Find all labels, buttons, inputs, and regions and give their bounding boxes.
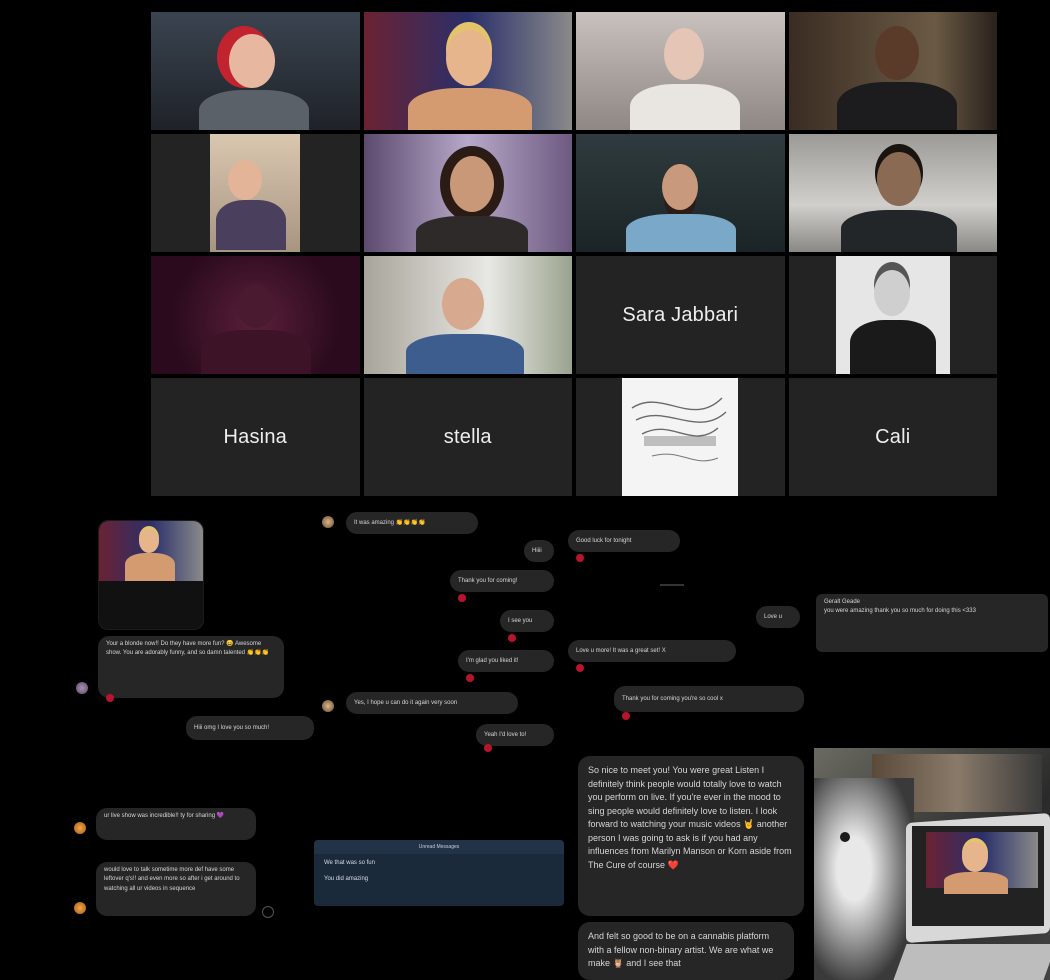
chat-message-sent: Love u — [756, 606, 800, 628]
unread-messages-panel: Unread Messages We that was so fun You d… — [314, 840, 564, 906]
participant-name: Hasina — [223, 425, 287, 448]
participant-name-tile[interactable]: Sara Jabbari — [576, 256, 785, 374]
profile-logo-icon — [631, 397, 727, 462]
chat-message: Yes, I hope u can do it again very soon — [346, 692, 518, 714]
participant-tile[interactable] — [151, 256, 360, 374]
reaction-icon[interactable] — [262, 906, 274, 918]
chat-message: Love u more! It was a great set! X — [568, 640, 736, 662]
video-gallery: Sara Jabbari Hasina stella Cali — [151, 12, 997, 496]
chat-message-sent: Yeah I'd love to! — [476, 724, 554, 746]
participant-name: Cali — [875, 425, 911, 448]
participant-name-tile[interactable]: Hasina — [151, 378, 360, 496]
heart-reaction-icon — [576, 664, 584, 672]
chat-message-sent: Hiiii — [524, 540, 554, 562]
dm-thumbnail — [98, 520, 204, 630]
reply-preview: Geralt Geade you were amazing thank you … — [816, 594, 1048, 652]
participant-tile[interactable] — [363, 256, 572, 374]
chat-message: So nice to meet you! You were great List… — [578, 756, 804, 916]
participant-tile[interactable] — [363, 12, 572, 130]
participant-tile[interactable] — [363, 134, 572, 252]
chat-message: Hiii omg I love you so much! — [186, 716, 314, 740]
unread-message: You did amazing — [324, 876, 369, 882]
chat-message-sent: Thank you for coming you're so cool x — [614, 686, 804, 712]
participant-tile[interactable] — [151, 134, 360, 252]
avatar — [322, 700, 334, 712]
chat-message: Your a blonde now!! Do they have more fu… — [98, 636, 284, 698]
heart-reaction-icon — [484, 744, 492, 752]
avatar — [74, 822, 86, 834]
chat-message-sent: I'm glad you liked it! — [458, 650, 554, 672]
reply-author: Geralt Geade — [824, 599, 861, 605]
heart-reaction-icon — [458, 594, 466, 602]
participant-name-tile[interactable]: stella — [363, 378, 572, 496]
heart-reaction-icon — [508, 634, 516, 642]
husky-laptop-photo — [814, 748, 1050, 980]
avatar — [322, 516, 334, 528]
chat-message: And felt so good to be on a cannabis pla… — [578, 922, 794, 980]
divider — [660, 584, 684, 586]
chat-message: would love to talk sometime more def hav… — [96, 862, 256, 916]
participant-tile[interactable] — [576, 134, 785, 252]
chat-message: It was amazing 👏👏👏👏 — [346, 512, 478, 534]
participant-name: Sara Jabbari — [622, 303, 739, 326]
participant-image-tile[interactable] — [576, 378, 785, 496]
chat-message: ur live show was incredible!! ty for sha… — [96, 808, 256, 840]
participant-tile[interactable] — [788, 134, 997, 252]
participant-tile[interactable] — [151, 12, 360, 130]
participant-name: stella — [443, 425, 492, 448]
participant-tile[interactable] — [788, 12, 997, 130]
reply-text: you were amazing thank you so much for d… — [824, 608, 976, 615]
heart-reaction-icon — [466, 674, 474, 682]
participant-name-tile[interactable]: Cali — [788, 378, 997, 496]
unread-message: We that was so fun — [324, 860, 375, 866]
heart-reaction-icon — [576, 554, 584, 562]
unread-header: Unread Messages — [314, 840, 564, 854]
participant-tile-active-speaker[interactable] — [576, 12, 785, 130]
avatar — [76, 682, 88, 694]
chat-message: Good luck for tonight — [568, 530, 680, 552]
avatar — [74, 902, 86, 914]
chat-message-sent: Thank you for coming! — [450, 570, 554, 592]
chat-message-sent: I see you — [500, 610, 554, 632]
heart-reaction-icon — [106, 694, 114, 702]
heart-reaction-icon — [622, 712, 630, 720]
participant-tile[interactable] — [788, 256, 997, 374]
